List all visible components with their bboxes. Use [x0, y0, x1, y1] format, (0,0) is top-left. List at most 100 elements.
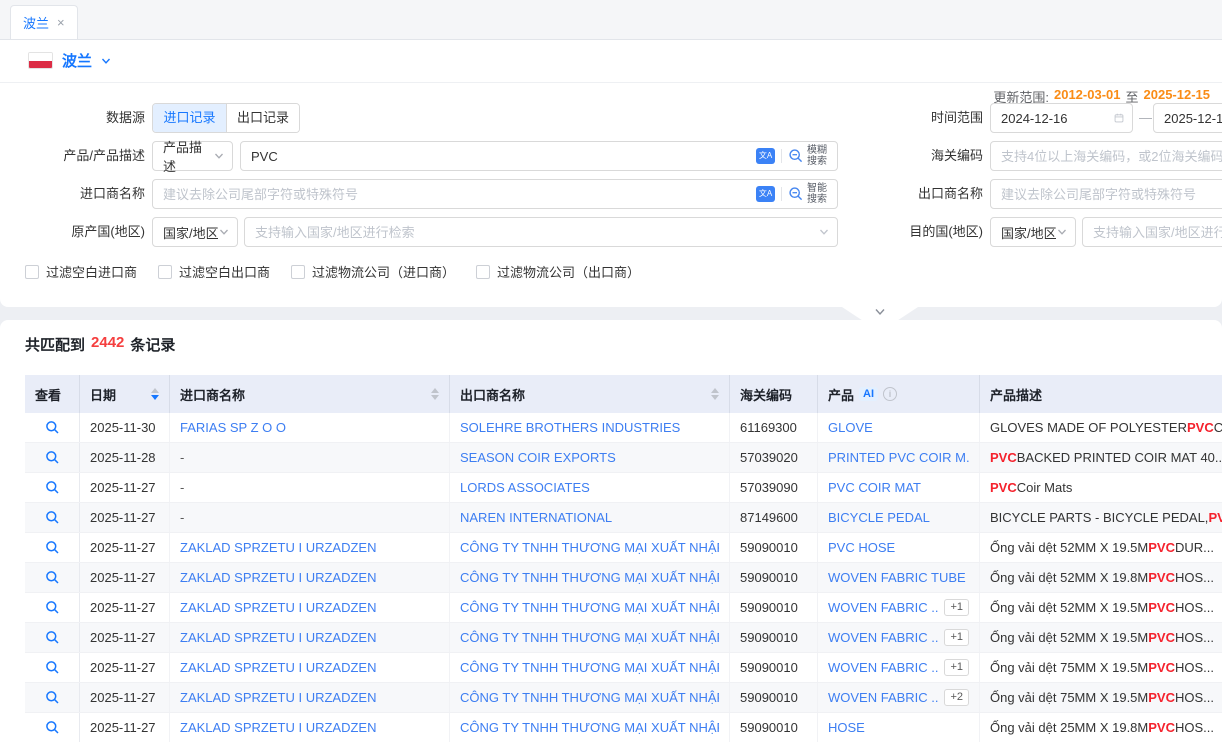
view-record-button[interactable] — [25, 593, 80, 622]
product-link[interactable]: WOVEN FABRIC ... — [828, 690, 938, 705]
importer-input[interactable] — [163, 180, 756, 208]
import-records-tab[interactable]: 进口记录 — [153, 104, 226, 132]
date-end-input[interactable] — [1164, 111, 1222, 126]
time-range-label: 时间范围 — [873, 103, 983, 133]
table-row: 2025-11-27 - NAREN INTERNATIONAL 8714960… — [25, 503, 1222, 533]
exporter-link[interactable]: NAREN INTERNATIONAL — [460, 510, 612, 525]
importer-link[interactable]: ZAKLAD SPRZETU I URZADZEN — [180, 630, 376, 645]
importer-link: - — [180, 510, 184, 525]
close-icon[interactable]: × — [57, 16, 65, 29]
view-record-button[interactable] — [25, 443, 80, 472]
view-record-button[interactable] — [25, 563, 80, 592]
date-start-input[interactable] — [1001, 111, 1096, 126]
product-link[interactable]: WOVEN FABRIC ... — [828, 660, 938, 675]
origin-country-field[interactable] — [244, 217, 838, 247]
product-link[interactable]: PVC HOSE — [828, 540, 895, 555]
view-record-button[interactable] — [25, 623, 80, 652]
divider — [0, 82, 1222, 83]
exporter-link[interactable]: CÔNG TY TNHH THƯƠNG MẠI XUẤT NHẬP... — [460, 660, 719, 675]
importer-link[interactable]: ZAKLAD SPRZETU I URZADZEN — [180, 600, 376, 615]
origin-type-select[interactable]: 国家/地区 — [152, 217, 238, 247]
tab-poland[interactable]: 波兰 × — [10, 5, 78, 39]
exporter-link[interactable]: SEASON COIR EXPORTS — [460, 450, 616, 465]
view-record-button[interactable] — [25, 683, 80, 712]
product-link[interactable]: HOSE — [828, 720, 865, 735]
fuzzy-search-button[interactable]: 模糊搜索 — [788, 145, 827, 167]
hs-code-input[interactable] — [1001, 142, 1222, 170]
product-type-select[interactable]: 产品描述 — [152, 141, 233, 171]
importer-link[interactable]: ZAKLAD SPRZETU I URZADZEN — [180, 570, 376, 585]
filter-blank-exporter-checkbox[interactable]: 过滤空白出口商 — [158, 262, 270, 281]
importer-field[interactable]: 文A 智能搜索 — [152, 179, 838, 209]
export-records-tab[interactable]: 出口记录 — [226, 104, 299, 132]
importer-link[interactable]: ZAKLAD SPRZETU I URZADZEN — [180, 690, 376, 705]
more-products-badge[interactable]: +1 — [944, 659, 969, 676]
product-link[interactable]: BICYCLE PEDAL — [828, 510, 930, 525]
hs-code-cell: 57039090 — [730, 473, 818, 502]
summary-prefix: 共匹配到 — [25, 334, 85, 355]
filter-blank-importer-checkbox[interactable]: 过滤空白进口商 — [25, 262, 137, 281]
view-record-button[interactable] — [25, 533, 80, 562]
importer-link[interactable]: ZAKLAD SPRZETU I URZADZEN — [180, 660, 376, 675]
exporter-input[interactable] — [1001, 180, 1222, 208]
view-magnifier-icon — [45, 480, 60, 495]
destination-country-field[interactable] — [1082, 217, 1222, 247]
importer-link[interactable]: ZAKLAD SPRZETU I URZADZEN — [180, 540, 376, 555]
view-record-button[interactable] — [25, 473, 80, 502]
sort-date-control[interactable] — [151, 388, 159, 400]
product-link[interactable]: GLOVE — [828, 420, 873, 435]
info-icon[interactable]: i — [883, 387, 897, 401]
more-products-badge[interactable]: +1 — [944, 599, 969, 616]
checkbox-icon[interactable] — [291, 265, 305, 279]
view-record-button[interactable] — [25, 653, 80, 682]
country-selector[interactable]: 波兰 — [28, 50, 111, 71]
exporter-link[interactable]: CÔNG TY TNHH THƯƠNG MẠI XUẤT NHẬP... — [460, 540, 719, 555]
product-link[interactable]: WOVEN FABRIC ... — [828, 600, 938, 615]
exporter-field[interactable] — [990, 179, 1222, 209]
product-link[interactable]: PRINTED PVC COIR M... — [828, 450, 969, 465]
sort-exporter-control[interactable] — [711, 388, 719, 400]
origin-country-input[interactable] — [255, 218, 819, 246]
product-input[interactable] — [251, 142, 756, 170]
table-row: 2025-11-27 ZAKLAD SPRZETU I URZADZEN CÔN… — [25, 713, 1222, 742]
hs-code-field[interactable] — [990, 141, 1222, 171]
importer-link[interactable]: FARIAS SP Z O O — [180, 420, 286, 435]
view-record-button[interactable] — [25, 713, 80, 742]
exporter-link[interactable]: SOLEHRE BROTHERS INDUSTRIES — [460, 420, 680, 435]
destination-country-label: 目的国(地区) — [873, 217, 983, 247]
hs-code-label: 海关编码 — [873, 141, 983, 171]
date-start-field[interactable] — [990, 103, 1133, 133]
checkbox-icon[interactable] — [158, 265, 172, 279]
smart-search-button[interactable]: 智能搜索 — [788, 183, 827, 205]
product-link[interactable]: PVC COIR MAT — [828, 480, 921, 495]
product-field[interactable]: 文A 模糊搜索 — [240, 141, 838, 171]
exporter-link[interactable]: CÔNG TY TNHH THƯƠNG MẠI XUẤT NHẬP... — [460, 690, 719, 705]
filter-logistics-importer-checkbox[interactable]: 过滤物流公司（进口商） — [291, 262, 455, 281]
checkbox-icon[interactable] — [476, 265, 490, 279]
chevron-down-icon — [819, 227, 829, 237]
exporter-link[interactable]: CÔNG TY TNHH THƯƠNG MẠI XUẤT NHẬP... — [460, 630, 719, 645]
sort-importer-control[interactable] — [431, 388, 439, 400]
product-link[interactable]: WOVEN FABRIC TUBE — [828, 570, 966, 585]
destination-type-select[interactable]: 国家/地区 — [990, 217, 1076, 247]
translate-icon[interactable]: 文A — [756, 148, 775, 164]
view-magnifier-icon — [45, 690, 60, 705]
view-record-button[interactable] — [25, 413, 80, 442]
date-cell: 2025-11-27 — [80, 713, 170, 742]
product-link[interactable]: WOVEN FABRIC ... — [828, 630, 938, 645]
checkbox-icon[interactable] — [25, 265, 39, 279]
date-end-field[interactable] — [1153, 103, 1222, 133]
more-products-badge[interactable]: +1 — [944, 629, 969, 646]
chevron-down-icon — [1057, 227, 1067, 237]
importer-link[interactable]: ZAKLAD SPRZETU I URZADZEN — [180, 720, 376, 735]
exporter-link[interactable]: LORDS ASSOCIATES — [460, 480, 590, 495]
view-record-button[interactable] — [25, 503, 80, 532]
exporter-link[interactable]: CÔNG TY TNHH THƯƠNG MẠI XUẤT NHẬP... — [460, 600, 719, 615]
filter-logistics-exporter-checkbox[interactable]: 过滤物流公司（出口商） — [476, 262, 640, 281]
destination-country-input[interactable] — [1093, 218, 1222, 246]
collapse-panel-button[interactable] — [842, 307, 918, 320]
exporter-link[interactable]: CÔNG TY TNHH THƯƠNG MẠI XUẤT NHẬP... — [460, 720, 719, 735]
translate-icon[interactable]: 文A — [756, 186, 775, 202]
more-products-badge[interactable]: +2 — [944, 689, 969, 706]
exporter-link[interactable]: CÔNG TY TNHH THƯƠNG MẠI XUẤT NHẬP... — [460, 570, 719, 585]
